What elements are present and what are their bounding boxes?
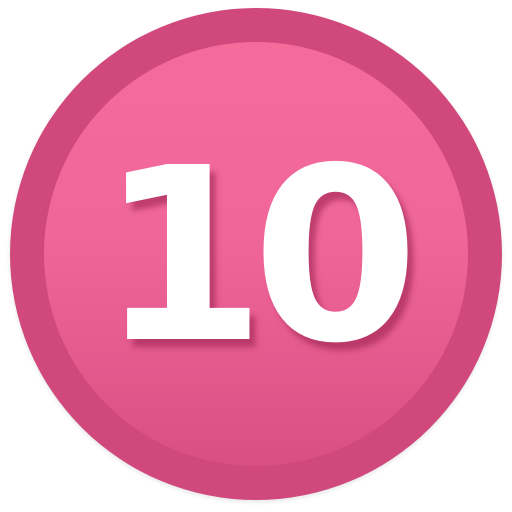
badge-number-label: 10 — [99, 116, 419, 396]
number-badge: 10 — [0, 0, 512, 512]
